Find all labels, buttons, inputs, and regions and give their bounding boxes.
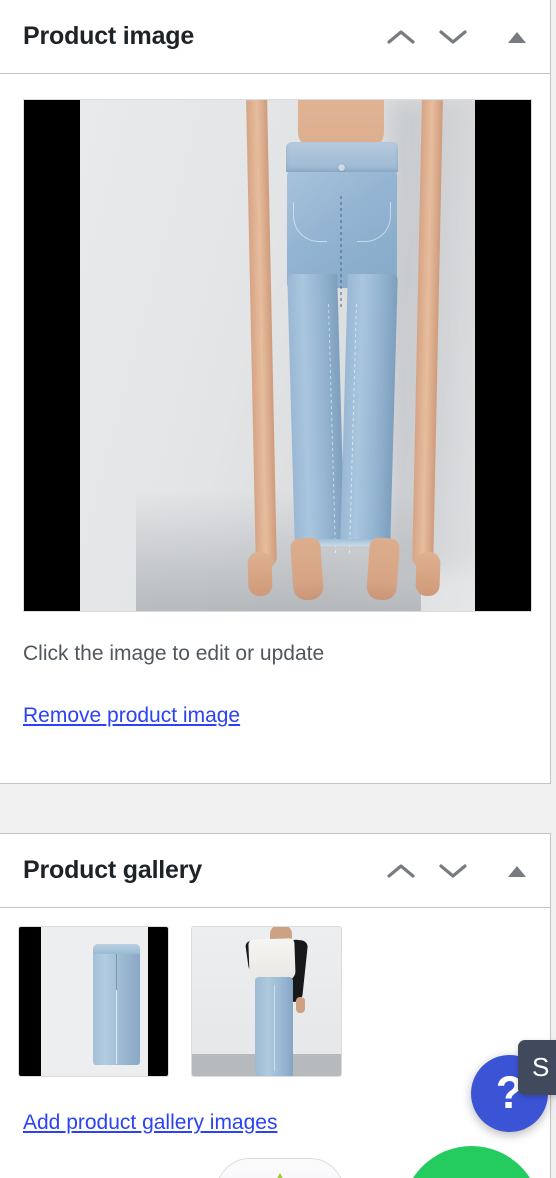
jeans-seam-right — [348, 304, 357, 554]
help-tooltip: S — [518, 1040, 556, 1095]
jeans-hip — [287, 168, 397, 308]
gallery-thumbnail-list — [18, 926, 342, 1077]
move-down-button[interactable] — [430, 14, 476, 60]
thumb1-fly — [116, 954, 117, 990]
toggle-panel-button[interactable] — [494, 14, 540, 60]
remove-product-image-link[interactable]: Remove product image — [23, 704, 240, 728]
thumb2-seam — [274, 985, 275, 1071]
triangle-up-icon — [506, 863, 528, 879]
product-image-header-actions — [378, 14, 540, 60]
product-image-header: Product image — [0, 0, 550, 74]
gallery-move-up-button[interactable] — [378, 848, 424, 894]
gallery-title: Product gallery — [23, 856, 202, 884]
jeans-button-stud — [338, 164, 345, 171]
chevron-down-icon — [438, 861, 468, 881]
jeans-leg-right — [340, 274, 398, 554]
triangle-up-icon — [506, 29, 528, 45]
product-image-hint: Click the image to edit or update — [23, 642, 325, 665]
jeans-fly — [340, 196, 342, 308]
jeans-pocket-left — [293, 202, 327, 242]
model-foot-left — [289, 537, 325, 601]
product-image-metabox: Product image Click the image to edit or… — [0, 0, 551, 784]
chevron-up-icon — [386, 861, 416, 881]
letterbox-bar-left — [24, 100, 80, 611]
thumb1-waistband — [93, 944, 140, 954]
product-gallery-header-actions — [378, 848, 540, 894]
product-data-screen: Product image Click the image to edit or… — [0, 0, 556, 1178]
model-hand-left — [247, 551, 273, 597]
jeans-garment — [286, 142, 398, 554]
model-foot-right — [365, 537, 401, 601]
model-hand-right — [415, 551, 441, 597]
jeans-leg-left — [287, 274, 345, 554]
gallery-move-down-button[interactable] — [430, 848, 476, 894]
jeans-pocket-right — [357, 202, 391, 242]
product-image-thumbnail[interactable] — [23, 99, 532, 612]
gallery-thumbnail-2[interactable] — [191, 926, 342, 1077]
product-gallery-header: Product gallery — [0, 834, 550, 908]
jeans-seam-left — [328, 304, 337, 554]
gallery-thumbnail-1[interactable] — [18, 926, 169, 1077]
product-photo — [80, 100, 500, 611]
letterbox-bar-right — [475, 100, 531, 611]
page-title: Product image — [23, 22, 195, 50]
thumb1-backdrop — [41, 927, 148, 1076]
bottom-floating-pill[interactable] — [216, 1158, 344, 1178]
chevron-up-icon — [386, 27, 416, 47]
gallery-toggle-panel-button[interactable] — [494, 848, 540, 894]
thumb2-white-top — [248, 938, 296, 982]
thumb1-jeans — [93, 944, 140, 1065]
product-gallery-metabox: Product gallery Add product gallery imag… — [0, 833, 551, 1178]
chevron-down-icon — [438, 27, 468, 47]
add-product-gallery-images-link[interactable]: Add product gallery images — [23, 1111, 277, 1135]
thumb2-model-hand — [296, 997, 305, 1013]
move-up-button[interactable] — [378, 14, 424, 60]
thumb2-jeans — [255, 977, 293, 1076]
thumb1-leg-split — [116, 990, 117, 1064]
leaf-icon — [274, 1173, 286, 1178]
